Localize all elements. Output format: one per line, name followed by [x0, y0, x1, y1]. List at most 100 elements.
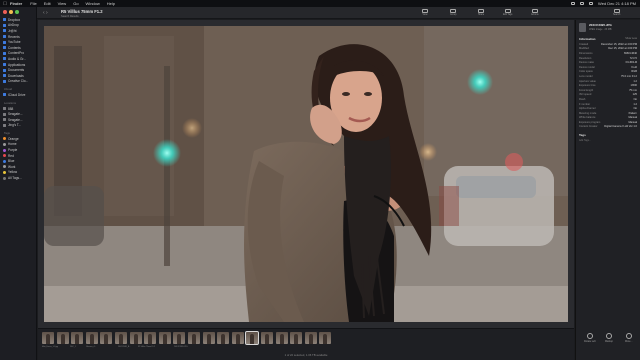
info-key: Color space: [579, 70, 593, 74]
info-key: Created: [579, 42, 589, 46]
filmstrip-thumbnail[interactable]: [202, 332, 215, 344]
filmstrip-label: DSC_1: [70, 346, 76, 348]
share-button[interactable]: Share: [478, 9, 484, 16]
add-tags-field[interactable]: Add Tags...: [576, 138, 640, 143]
menu-go[interactable]: Go: [73, 1, 78, 6]
view-button[interactable]: View: [422, 9, 428, 16]
info-key: Exposure program: [579, 120, 601, 124]
share-icon: [478, 9, 485, 13]
tags-title: Tags: [579, 133, 586, 138]
apple-icon[interactable]: : [0, 1, 10, 7]
info-value: X-H2: [631, 65, 637, 69]
zoom-window-icon[interactable]: [15, 10, 19, 14]
show-less-link[interactable]: Show Less: [625, 37, 637, 41]
control-center-icon[interactable]: [589, 2, 594, 5]
filmstrip-thumbnail[interactable]: [144, 332, 157, 344]
photo-preview[interactable]: [44, 26, 568, 322]
sidebar-item-label: Documents: [8, 68, 25, 73]
view-icon: [422, 9, 428, 13]
search-button[interactable]: Search: [613, 9, 620, 16]
info-value: 75.0 mm F1.2: [620, 74, 637, 78]
sidebar-item-label: Jing's T...: [8, 123, 22, 128]
filmstrip-thumbnail[interactable]: [115, 332, 127, 344]
back-forward-buttons[interactable]: ‹ ›: [43, 10, 48, 16]
menu-edit[interactable]: Edit: [44, 1, 51, 6]
filmstrip-thumbnail[interactable]: [217, 332, 230, 344]
filmstrip-label: R5 Villlus 75mm F1.2: [138, 346, 156, 348]
menu-app-name[interactable]: Finder: [10, 1, 22, 6]
sidebar-tag-label: Yellow: [8, 170, 18, 175]
filmstrip-thumbnail[interactable]: [56, 332, 69, 344]
menubar-clock[interactable]: Wed Dec 21 4:18 PM: [598, 1, 636, 6]
rotate-left-icon: [586, 333, 593, 339]
minimize-window-icon[interactable]: [9, 10, 13, 14]
folder-icon: [3, 23, 6, 27]
sidebar-item-label: Recents: [8, 34, 20, 39]
info-key: Aperture value: [579, 79, 596, 83]
sidebar-item-label: iCloud Drive: [8, 92, 26, 97]
sidebar-item-label: 888: [8, 106, 14, 111]
filmstrip-thumbnail[interactable]: [290, 332, 303, 344]
thumbnail-figure: [250, 334, 255, 344]
rotate-left-button[interactable]: Rotate Left: [584, 333, 596, 343]
favorites-list: Dropbox AirDrop Jr@ht Recents YouTube Content…: [0, 17, 36, 84]
thumbnail-figure: [104, 334, 109, 344]
sidebar-item-label: Applications: [8, 62, 26, 67]
menu-view[interactable]: View: [58, 1, 67, 6]
folder-icon: [3, 35, 6, 39]
filmstrip-thumbnail[interactable]: [129, 332, 142, 344]
menu-help[interactable]: Help: [107, 1, 115, 6]
markup-button[interactable]: Markup: [605, 333, 613, 343]
file-name: 20XCF3395.JPG: [589, 23, 612, 27]
info-value: 125: [632, 93, 637, 97]
actions-button[interactable]: Actions: [531, 9, 539, 16]
sidebar-item-label: Seagate...: [8, 112, 23, 117]
filmstrip-thumbnail[interactable]: [304, 332, 317, 344]
filmstrip-thumbnail[interactable]: [231, 332, 244, 344]
info-key: Focal length: [579, 88, 594, 92]
filmstrip-thumbnail[interactable]: [245, 331, 260, 345]
filmstrip-thumbnail[interactable]: [85, 332, 98, 344]
tag-color-dot-icon: [3, 154, 6, 158]
icloud-section-header: iCloud: [4, 87, 12, 92]
filmstrip-thumbnail[interactable]: [42, 332, 54, 344]
sidebar-tag-all-tags[interactable]: All Tags...: [0, 175, 36, 181]
menu-file[interactable]: File: [30, 1, 36, 6]
filmstrip-thumbnail[interactable]: [158, 332, 171, 344]
more-button[interactable]: More...: [625, 333, 632, 343]
group-button[interactable]: Group: [450, 9, 456, 16]
thumbnail-figure: [60, 334, 65, 344]
filmstrip-thumbnail[interactable]: [100, 332, 113, 344]
edit-tags-label: Edit Tags: [503, 14, 513, 16]
filmstrip-label: Matt_Ferres_1-3.jpg: [42, 346, 59, 348]
filmstrip-thumbnail[interactable]: [188, 332, 200, 344]
thumbnail-figure: [279, 334, 284, 344]
filmstrip-thumbnail[interactable]: [71, 332, 84, 344]
tag-color-dot-icon: [3, 148, 6, 152]
info-value: 6960×4640: [623, 51, 637, 55]
sidebar-item-label: Audio & Gr...: [8, 56, 27, 61]
folder-icon: [3, 93, 6, 97]
battery-icon[interactable]: [571, 2, 576, 5]
folder-icon: [3, 51, 6, 55]
folder-icon: [3, 29, 6, 33]
wifi-icon[interactable]: [580, 2, 585, 5]
thumbnail-figure: [133, 334, 138, 344]
edit-tags-button[interactable]: Edit Tags: [503, 9, 512, 16]
locations-list: 888 Seagate... Seagate... Jing's T...: [0, 106, 36, 128]
filmstrip-thumbnail[interactable]: [173, 332, 186, 344]
information-section-header: Information Show Less: [576, 35, 640, 42]
filmstrip-thumbnail[interactable]: [275, 332, 288, 344]
sidebar: Dropbox AirDrop Jr@ht Recents YouTube Content…: [0, 7, 37, 360]
preview-pane: [38, 20, 574, 328]
toolbar: ‹ › R5 Villlus 75mm F1.2 Search Results …: [37, 7, 640, 19]
filmstrip-label: 20XCF3395.JPG: [174, 346, 188, 348]
close-window-icon[interactable]: [3, 10, 7, 14]
sidebar-tag-label: Blue: [8, 159, 15, 164]
info-key: ISO speed: [579, 93, 592, 97]
more-label: More...: [625, 340, 633, 343]
menu-window[interactable]: Window: [86, 1, 100, 6]
filmstrip-thumbnail[interactable]: [319, 332, 332, 344]
filmstrip-thumbnail[interactable]: [261, 332, 273, 344]
sidebar-tag-label: Orange: [8, 136, 19, 141]
